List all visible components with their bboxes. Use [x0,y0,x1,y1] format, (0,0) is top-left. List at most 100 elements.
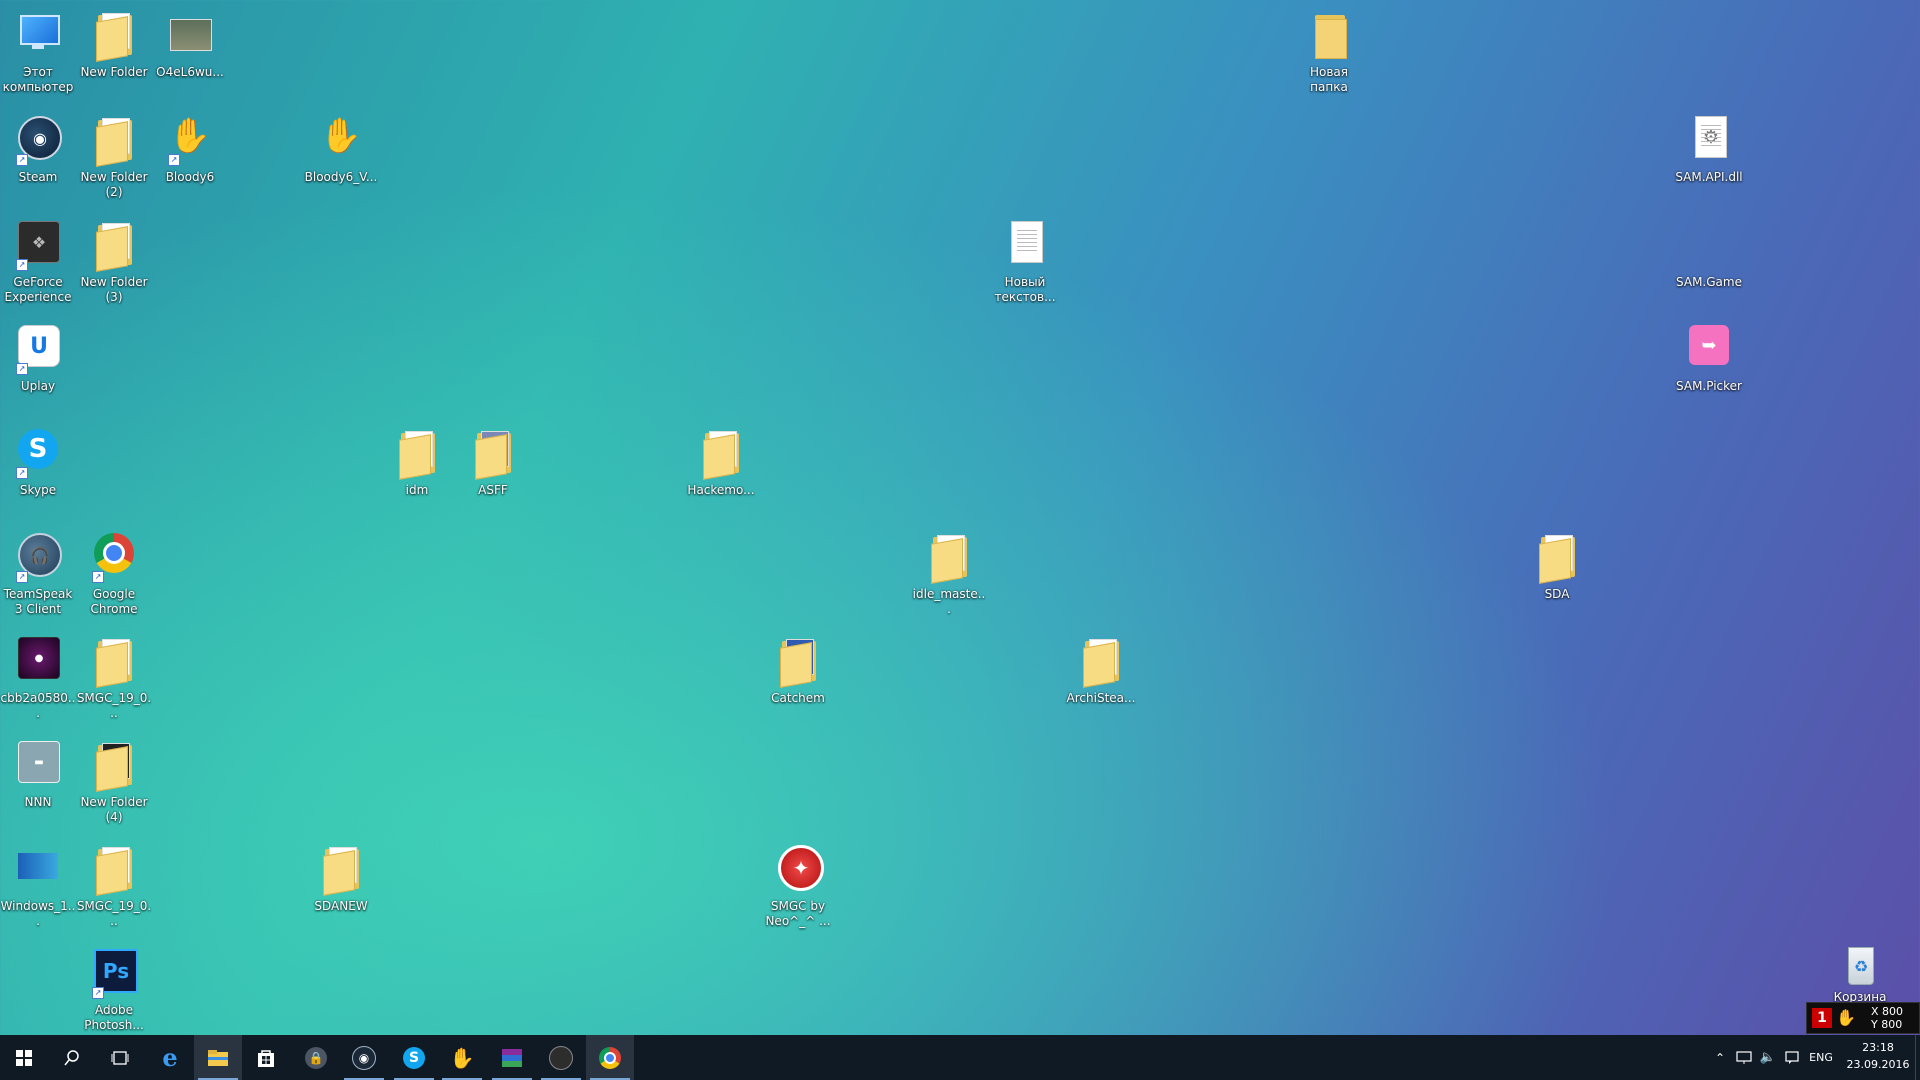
desktop-icon-skype[interactable]: S ↗ Skype [0,421,76,513]
taskbar-bloody[interactable]: ✋ [438,1035,486,1080]
icon-label: Uplay [20,379,56,393]
desktop-icon-hackemon[interactable]: Hackemo... [683,421,759,513]
chevron-up-icon: ⌃ [1714,1050,1726,1065]
icon-label: Adobe Photosh... [84,1003,144,1032]
bloody-mode-badge: 1 [1812,1008,1832,1028]
desktop-icon-cbb2a0580[interactable]: ● cbb2a0580... [0,629,76,721]
skype-icon: S [403,1046,425,1069]
icon-label: TeamSpeak 3 Client [3,587,73,616]
taskbar-winrar[interactable] [488,1035,536,1080]
search-icon [64,1049,79,1065]
taskbar-unity[interactable] [537,1035,585,1080]
desktop-icon-idm[interactable]: idm [379,421,455,513]
show-desktop-button[interactable] [1915,1035,1920,1080]
icon-label: ArchiStea... [1066,691,1136,705]
desktop-icon-catchem[interactable]: Catchem [760,629,836,721]
folder-icon [1531,531,1583,584]
icon-label: SDANEW [314,899,368,913]
desktop-icon-sda[interactable]: SDA [1519,525,1595,617]
blank-file-icon [1683,219,1735,271]
desktop-icon-this-pc[interactable]: Этот компьютер [0,3,76,95]
tray-clock[interactable]: 23:18 23.09.2016 [1838,1039,1918,1073]
taskbar-keepass[interactable]: 🔒 [292,1035,340,1080]
desktop-icon-smgc-2[interactable]: SMGC_19_0... [76,837,152,929]
desktop-icon-recycle-bin[interactable]: ♻ Корзина [1822,935,1898,1005]
icon-label: New Folder (2) [80,170,148,199]
taskbar-store[interactable] [242,1035,290,1080]
folder-icon [88,114,140,167]
desktop-icon-new-folder-3[interactable]: New Folder (3) [76,213,152,305]
winrar-icon [502,1048,522,1067]
bloody-mouse-overlay[interactable]: 1 ✋ X 800 Y 800 [1806,1002,1920,1034]
icon-label: SMGC by Neo^_^ ... [765,899,831,928]
desktop-icon-new-folder[interactable]: New Folder [76,3,152,95]
desktop-icon-sam-api-dll[interactable]: ⚙ SAM.API.dll [1671,108,1747,200]
tray-overflow-button[interactable]: ⌃ [1710,1035,1730,1080]
desktop-icon-sdanew[interactable]: SDANEW [303,837,379,929]
desktop-icon-adobe-photoshop[interactable]: Ps ↗ Adobe Photosh... [76,941,152,1033]
bloody-hand-icon: ✋ ↗ [168,116,212,166]
desktop-icon-new-folder-ru[interactable]: Новая папка [1291,3,1367,95]
search-button[interactable] [48,1035,96,1080]
bloody-hand-icon: ✋ [319,116,363,156]
desktop-icon-geforce-experience[interactable]: ❖ ↗ GeForce Experience [0,213,76,305]
teamspeak-icon: 🎧 ↗ [12,531,64,583]
desktop-icon-new-folder-4[interactable]: New Folder (4) [76,733,152,825]
desktop-icon-sam-game[interactable]: SAM.Game [1671,213,1747,305]
notification-icon [1785,1050,1799,1064]
folder-icon [923,531,975,584]
edge-icon: e [162,1043,178,1072]
desktop-icon-teamspeak[interactable]: 🎧 ↗ TeamSpeak 3 Client [0,525,76,617]
desktop-icon-bloody6-v[interactable]: ✋ Bloody6_V... [303,108,379,200]
desktop-icon-asff[interactable]: ASFF [455,421,531,513]
bloody-y-readout: Y 800 [1871,1018,1903,1031]
folder-icon [88,739,140,792]
taskbar-steam[interactable]: ◉ [340,1035,388,1080]
desktop-icon-windows-1[interactable]: Windows_1... [0,837,76,929]
image-thumbnail-icon: ▬ [12,739,64,791]
image-thumbnail-icon [12,843,64,895]
desktop-icon-bloody6[interactable]: ✋ ↗ Bloody6 [152,108,228,200]
icon-label: Steam [18,170,58,184]
taskbar-skype[interactable]: S [390,1035,438,1080]
folder-icon [1303,9,1355,61]
icon-label: NNN [24,795,52,809]
tray-volume[interactable]: 🔈 [1756,1035,1780,1080]
desktop-icon-o4el6wu[interactable]: O4eL6wu... [152,3,228,95]
desktop-icon-idle-master[interactable]: idle_maste... [911,525,987,617]
desktop-icon-archisteam[interactable]: ArchiStea... [1063,629,1139,721]
desktop-icon-new-text-document[interactable]: Новый текстов... [987,213,1063,305]
desktop-icon-smgc-by-neo[interactable]: ✦ SMGC by Neo^_^ ... [760,837,836,929]
desktop-icon-google-chrome[interactable]: ↗ Google Chrome [76,525,152,617]
tray-language[interactable]: ENG [1804,1035,1838,1080]
icon-label: cbb2a0580... [0,691,76,720]
folder-icon [88,9,140,62]
taskbar-file-explorer[interactable] [194,1035,242,1080]
steam-icon: ◉ [352,1045,376,1070]
task-view-button[interactable] [96,1035,144,1080]
tray-network[interactable] [1732,1035,1756,1080]
icon-label: Bloody6_V... [304,170,378,184]
dll-file-icon: ⚙ [1683,114,1735,166]
tray-action-center[interactable] [1780,1035,1804,1080]
desktop-icon-sam-picker[interactable]: ➥ SAM.Picker [1671,317,1747,409]
folder-icon [88,635,140,688]
clock-date: 23.09.2016 [1846,1058,1910,1071]
skype-icon: S ↗ [12,427,64,479]
sam-picker-icon: ➥ [1683,323,1735,375]
desktop-icon-smgc-1[interactable]: SMGC_19_0... [76,629,152,721]
start-button[interactable] [0,1035,48,1080]
photoshop-icon: Ps ↗ [88,947,140,999]
icon-label: Windows_1... [0,899,76,928]
windows-logo-icon [16,1049,32,1066]
desktop-icon-uplay[interactable]: U ↗ Uplay [0,317,76,409]
desktop-icon-nnn[interactable]: ▬ NNN [0,733,76,825]
taskbar-google-chrome[interactable] [586,1035,634,1080]
desktop-icon-steam[interactable]: ◉ ↗ Steam [0,108,76,200]
uplay-icon: U ↗ [12,323,64,375]
file-explorer-icon [208,1049,228,1066]
unity-icon [549,1045,573,1070]
desktop-icon-new-folder-2[interactable]: New Folder (2) [76,108,152,200]
bloody-hand-icon: ✋ [449,1045,475,1070]
taskbar-edge[interactable]: e [146,1035,194,1080]
